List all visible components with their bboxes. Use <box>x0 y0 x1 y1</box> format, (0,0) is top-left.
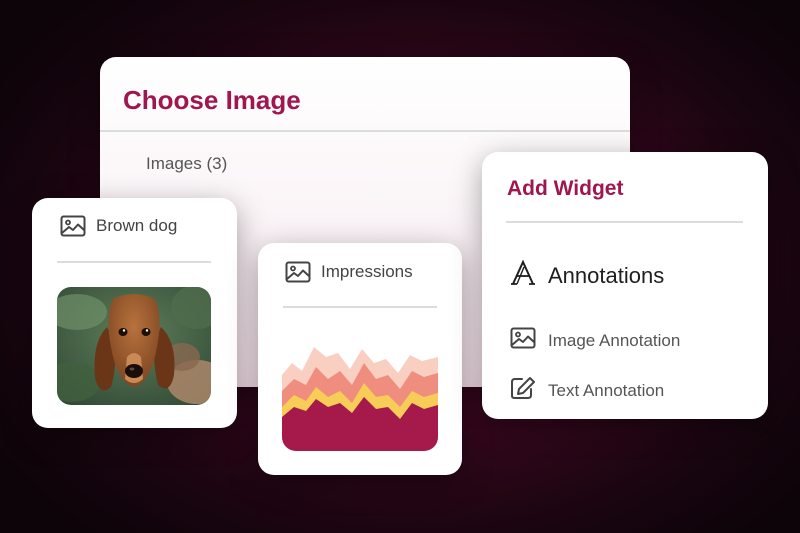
add-widget-divider <box>506 221 743 223</box>
image-annotation-option[interactable]: Image Annotation <box>510 327 680 354</box>
text-annotation-label: Text Annotation <box>548 380 665 400</box>
image-icon <box>510 327 536 354</box>
image-annotation-label: Image Annotation <box>548 330 681 350</box>
font-icon <box>510 259 536 292</box>
image-card-brown-dog[interactable]: Brown dog <box>32 198 237 428</box>
image-card-label: Brown dog <box>96 216 178 235</box>
image-card-header: Brown dog <box>60 215 177 237</box>
impressions-card[interactable]: Impressions <box>258 243 462 475</box>
images-count-label[interactable]: Images (3) <box>146 154 227 174</box>
edit-icon <box>510 376 536 405</box>
impressions-card-divider <box>283 306 437 308</box>
annotations-label: Annotations <box>548 263 665 288</box>
impressions-card-label: Impressions <box>321 262 413 281</box>
choose-image-divider <box>100 130 630 132</box>
annotations-section-heading: Annotations <box>510 259 665 292</box>
image-card-divider <box>57 261 211 263</box>
impressions-area-chart <box>282 347 438 451</box>
choose-image-title: Choose Image <box>123 85 301 115</box>
image-icon <box>60 215 86 237</box>
add-widget-title: Add Widget <box>507 177 624 200</box>
dog-photo <box>57 287 211 405</box>
add-widget-card: Add Widget Annotations Image Annotation … <box>482 152 768 419</box>
impressions-card-header: Impressions <box>285 261 413 283</box>
text-annotation-option[interactable]: Text Annotation <box>510 376 664 405</box>
image-icon <box>285 261 311 283</box>
